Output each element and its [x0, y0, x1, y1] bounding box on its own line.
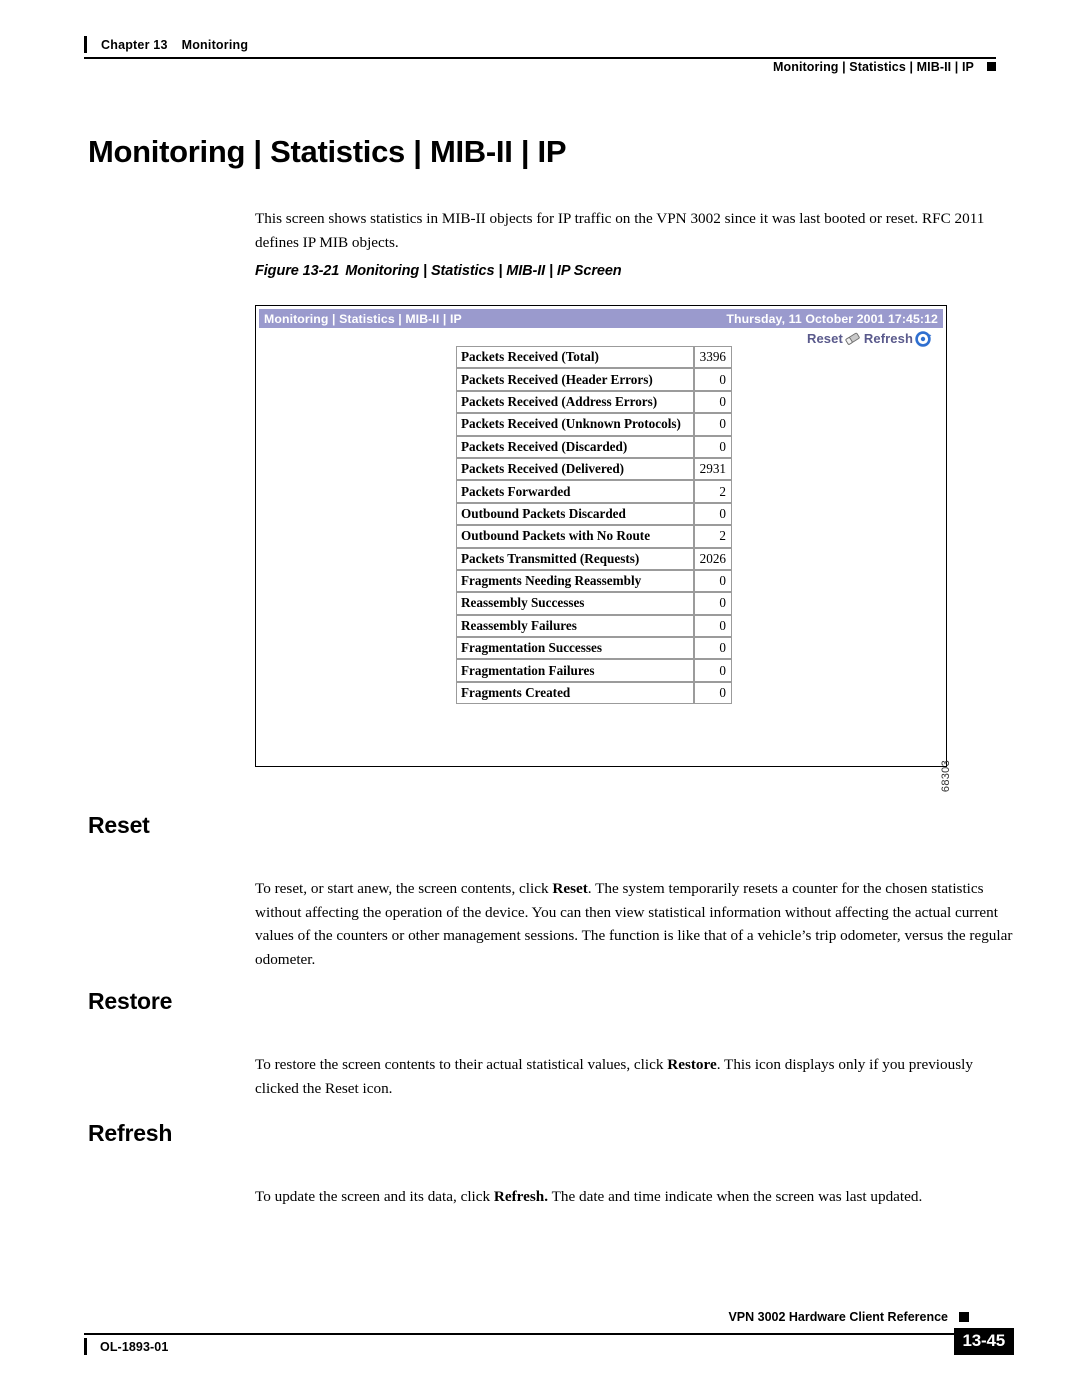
refresh-paragraph-pre: To update the screen and its data, click	[255, 1188, 494, 1206]
table-row: Fragmentation Failures 0	[456, 659, 732, 682]
stat-label: Packets Transmitted (Requests)	[456, 547, 694, 570]
intro-paragraph: This screen shows statistics in MIB-II o…	[255, 210, 985, 251]
restore-paragraph-pre: To restore the screen contents to their …	[255, 1056, 668, 1074]
table-row: Packets Received (Header Errors) 0	[456, 368, 732, 391]
stat-value: 2026	[694, 547, 732, 570]
footer-book-group: VPN 3002 Hardware Client Reference	[728, 1310, 969, 1324]
stat-value: 2931	[694, 457, 732, 481]
table-row: Packets Transmitted (Requests) 2026	[456, 547, 732, 570]
footer-book-title: VPN 3002 Hardware Client Reference	[728, 1310, 948, 1324]
stat-label: Outbound Packets with No Route	[456, 525, 694, 548]
stat-value: 0	[694, 368, 732, 391]
stat-value: 0	[694, 637, 732, 660]
stat-label: Fragments Needing Reassembly	[456, 569, 694, 593]
stat-value: 0	[694, 592, 732, 615]
restore-paragraph-bold: Restore	[667, 1056, 717, 1074]
table-row: Packets Received (Discarded) 0	[456, 435, 732, 458]
table-row: Packets Received (Delivered) 2931	[456, 457, 732, 481]
section-paragraph-reset: To reset, or start anew, the screen cont…	[255, 877, 1015, 971]
section-heading-reset: Reset	[88, 812, 150, 838]
figure-screenshot-frame: Monitoring | Statistics | MIB-II | IP Th…	[255, 305, 952, 792]
header-section-path: Monitoring | Statistics | MIB-II | IP	[772, 60, 974, 74]
header-chapter-text: Chapter 13 Monitoring	[101, 38, 248, 52]
table-row: Fragments Needing Reassembly 0	[456, 569, 732, 593]
header-left-tick-mark	[84, 36, 87, 53]
stat-value: 0	[694, 614, 732, 638]
footer-docid-group: OL-1893-01	[84, 1338, 168, 1355]
page-footer: VPN 3002 Hardware Client Reference OL-18…	[84, 1310, 1014, 1370]
stat-label: Packets Received (Discarded)	[456, 435, 694, 458]
table-row: Reassembly Successes 0	[456, 592, 732, 615]
app-titlebar: Monitoring | Statistics | MIB-II | IP Th…	[259, 309, 943, 328]
header-rule	[84, 57, 996, 59]
figure-caption: Figure 13-21 Monitoring | Statistics | MI…	[255, 263, 622, 279]
stat-value: 0	[694, 435, 732, 458]
table-row: Packets Forwarded 2	[456, 480, 732, 503]
header-chapter-group: Chapter 13 Monitoring	[84, 36, 248, 53]
reset-button[interactable]: Reset	[807, 331, 843, 346]
ip-statistics-table: Packets Received (Total) 3396 Packets Re…	[456, 346, 732, 705]
footer-page-number: 13-45	[953, 1328, 1014, 1355]
figure-id-number: 68303	[940, 760, 952, 793]
section-paragraph-refresh: To update the screen and its data, click…	[255, 1185, 1015, 1209]
table-row: Fragments Created 0	[456, 681, 732, 705]
stat-label: Packets Forwarded	[456, 480, 694, 503]
stat-value: 2	[694, 480, 732, 503]
table-row: Outbound Packets with No Route 2	[456, 525, 732, 548]
section-paragraph-restore: To restore the screen contents to their …	[255, 1053, 1015, 1100]
header-square-marker	[987, 62, 996, 71]
section-heading-restore: Restore	[88, 988, 173, 1014]
stat-value: 0	[694, 390, 732, 414]
eraser-icon[interactable]	[844, 330, 863, 347]
figure-caption-text: Monitoring | Statistics | MIB-II | IP Sc…	[345, 263, 622, 279]
ip-statistics-table-body: Packets Received (Total) 3396 Packets Re…	[456, 346, 732, 705]
stat-label: Packets Received (Unknown Protocols)	[456, 413, 694, 436]
stat-value: 0	[694, 681, 732, 705]
stat-label: Fragmentation Failures	[456, 659, 694, 682]
stat-value: 0	[694, 569, 732, 593]
stat-value: 2	[694, 525, 732, 548]
app-toolbar: Reset Refresh	[807, 330, 934, 347]
table-row: Packets Received (Address Errors) 0	[456, 390, 732, 414]
refresh-paragraph-bold: Refresh.	[493, 1188, 549, 1206]
circular-arrow-icon[interactable]	[914, 330, 933, 347]
refresh-button[interactable]: Refresh	[864, 331, 913, 346]
stat-value: 0	[694, 502, 732, 526]
table-row: Packets Received (Unknown Protocols) 0	[456, 413, 732, 436]
footer-rule	[84, 1333, 971, 1335]
header-chapter-title: Monitoring	[181, 37, 249, 52]
figure-caption-number: Figure 13-21	[255, 263, 340, 279]
page-title: Monitoring | Statistics | MIB-II | IP	[88, 134, 567, 169]
page-header: Chapter 13 Monitoring Monitoring | Statis…	[84, 36, 996, 82]
refresh-paragraph-post: The date and time indicate when the scre…	[548, 1188, 923, 1206]
stat-label: Packets Received (Address Errors)	[456, 390, 694, 414]
app-titlebar-datetime: Thursday, 11 October 2001 17:45:12	[726, 311, 938, 326]
reset-paragraph-bold: Reset	[552, 880, 588, 898]
stat-label: Packets Received (Total)	[456, 346, 694, 369]
table-row: Outbound Packets Discarded 0	[456, 502, 732, 526]
stat-value: 3396	[694, 346, 732, 369]
stat-label: Reassembly Successes	[456, 592, 694, 615]
header-chapter-label: Chapter 13	[101, 37, 168, 52]
table-row: Reassembly Failures 0	[456, 614, 732, 638]
footer-square-marker	[959, 1311, 969, 1322]
table-row: Fragmentation Successes 0	[456, 637, 732, 660]
reset-paragraph-pre: To reset, or start anew, the screen cont…	[255, 880, 553, 898]
stat-value: 0	[694, 413, 732, 436]
stat-label: Fragmentation Successes	[456, 637, 694, 660]
stat-value: 0	[694, 659, 732, 682]
stat-label: Reassembly Failures	[456, 614, 694, 638]
stat-label: Packets Received (Header Errors)	[456, 368, 694, 391]
footer-doc-id: OL-1893-01	[100, 1339, 169, 1354]
stat-label: Outbound Packets Discarded	[456, 502, 694, 526]
header-section-group: Monitoring | Statistics | MIB-II | IP	[773, 60, 996, 74]
app-titlebar-title: Monitoring | Statistics | MIB-II | IP	[264, 311, 462, 326]
stat-label: Fragments Created	[456, 681, 694, 705]
footer-left-tick-mark	[84, 1338, 87, 1355]
table-row: Packets Received (Total) 3396	[456, 346, 732, 369]
stat-label: Packets Received (Delivered)	[456, 457, 694, 481]
section-heading-refresh: Refresh	[88, 1120, 173, 1146]
